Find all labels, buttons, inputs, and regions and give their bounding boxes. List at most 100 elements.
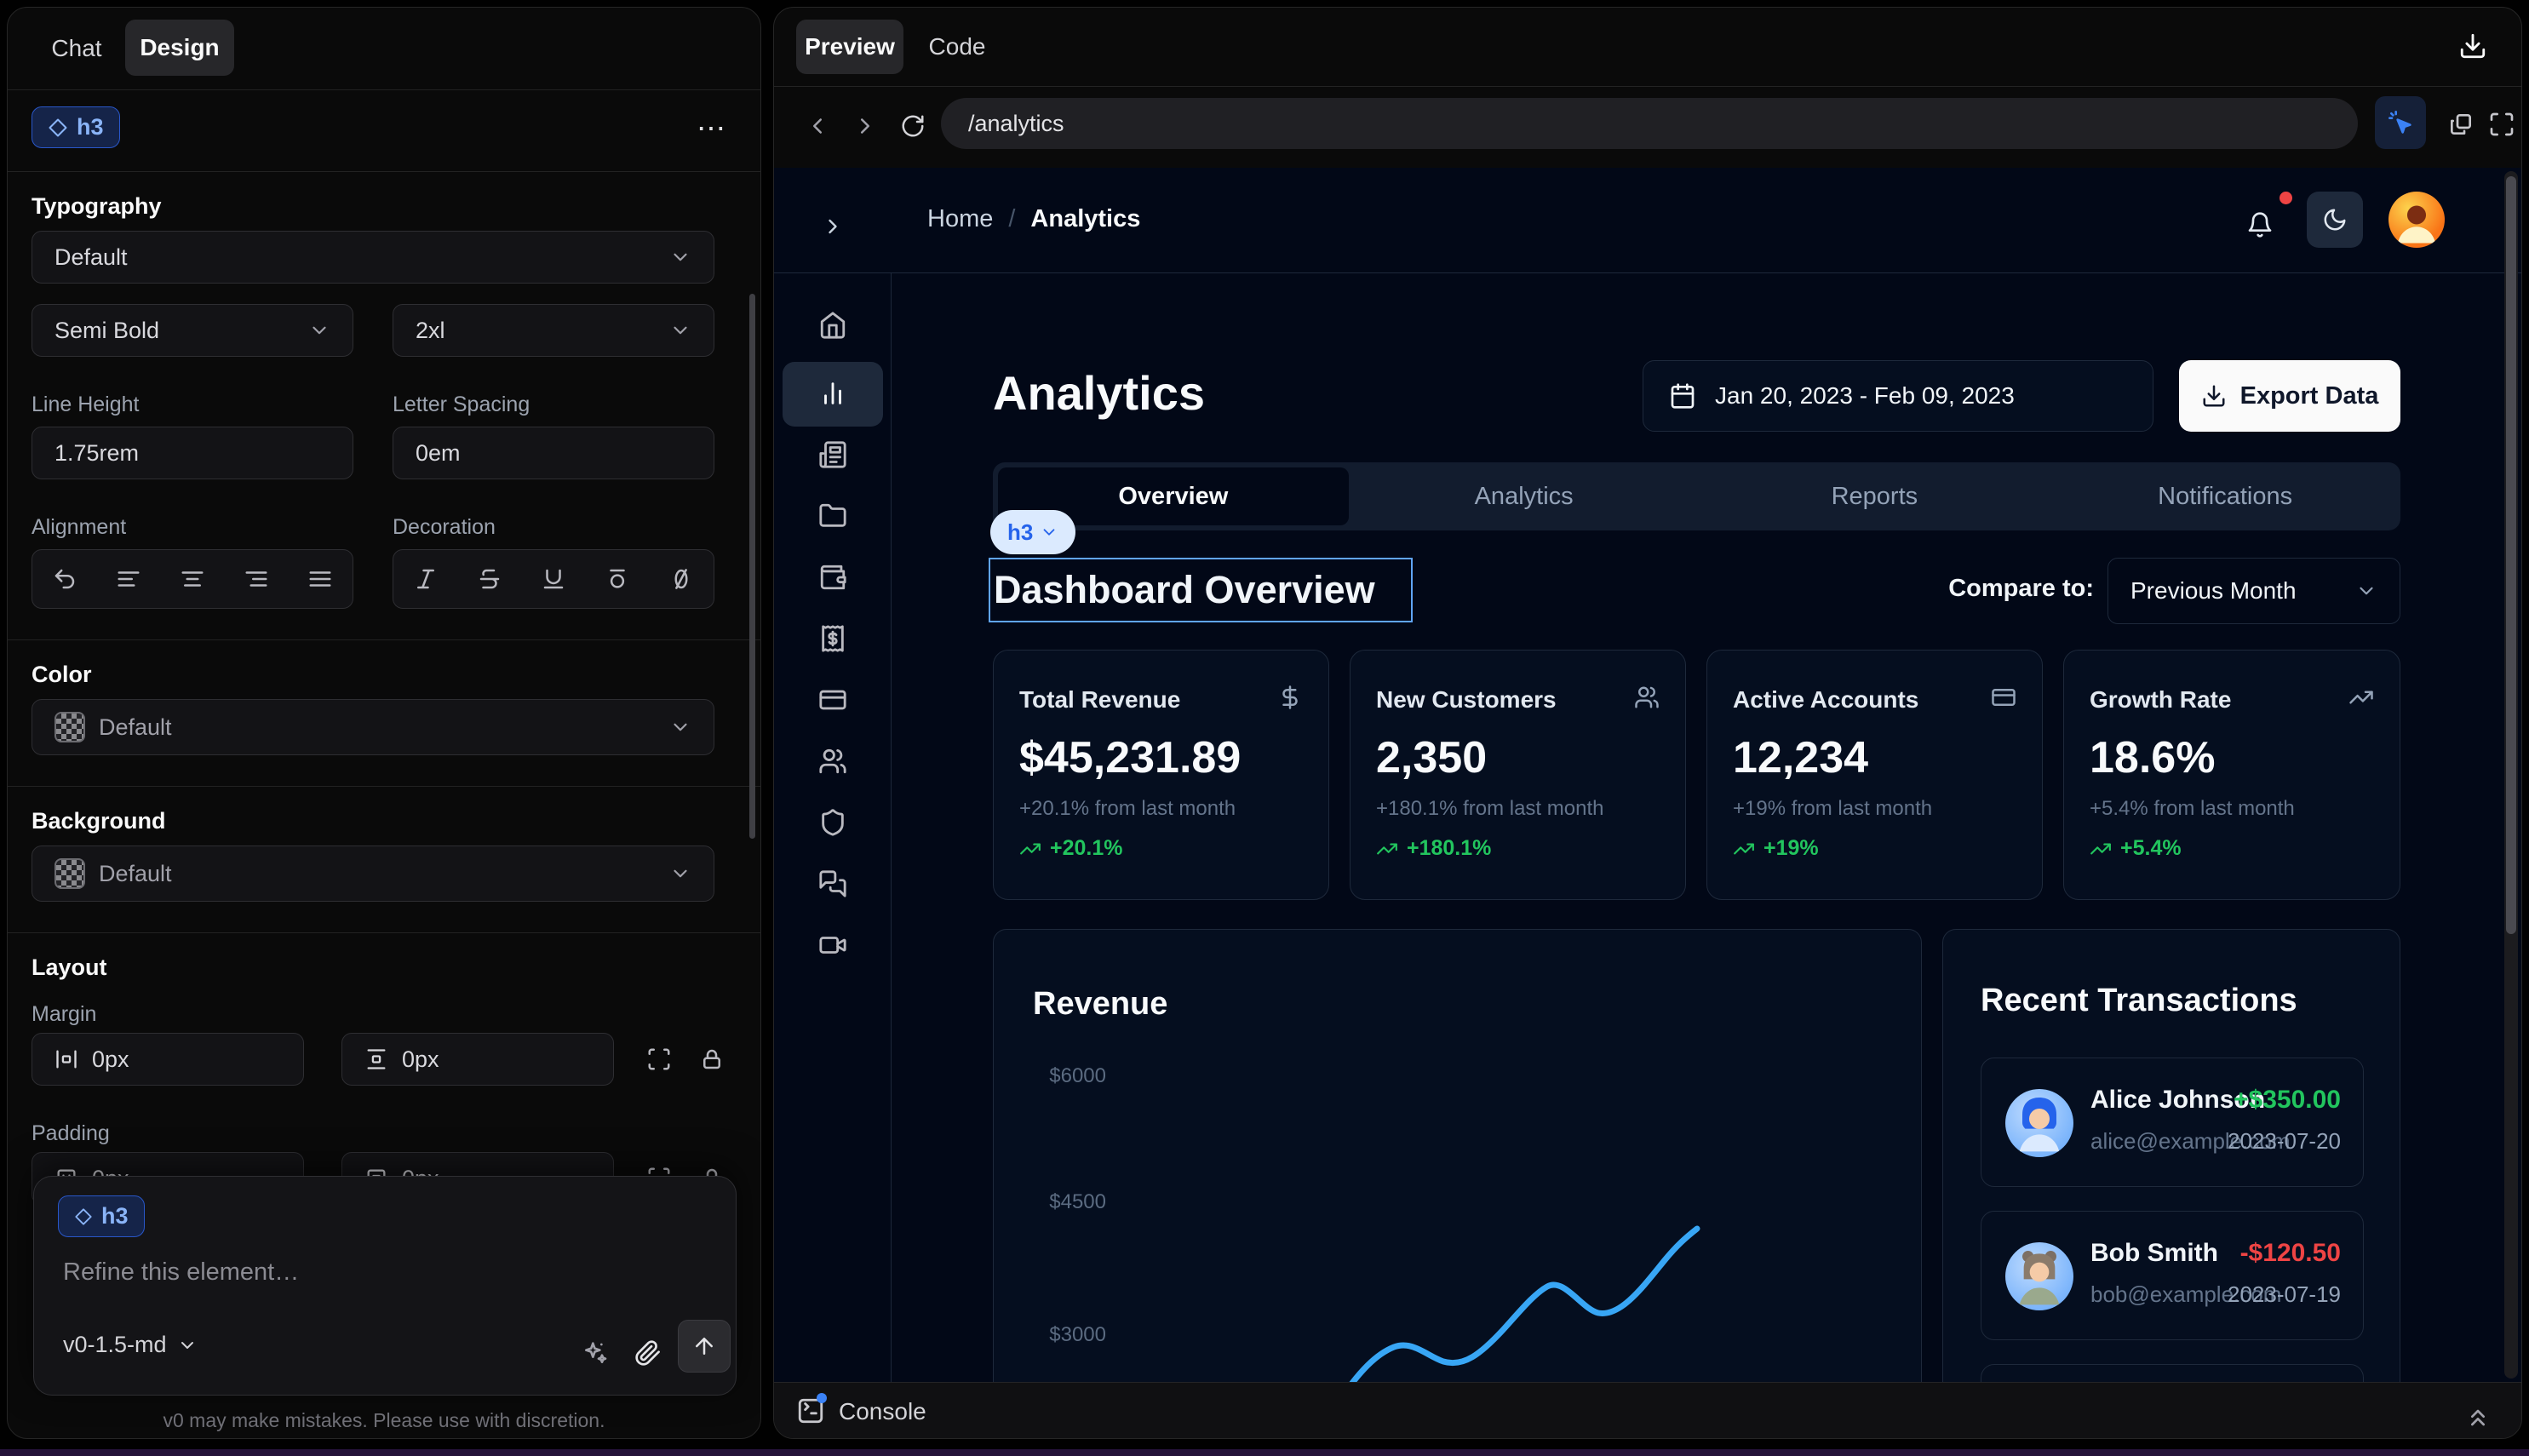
sidebar-item-files[interactable] (808, 491, 857, 541)
section-heading[interactable]: Dashboard Overview (990, 568, 1375, 612)
layout-section-label: Layout (32, 954, 107, 981)
select-element-tool-button[interactable] (2375, 96, 2426, 149)
sidebar-item-video[interactable] (808, 920, 857, 970)
enhance-button[interactable] (571, 1328, 620, 1378)
margin-expand-button[interactable] (634, 1035, 684, 1084)
color-select[interactable]: Default (32, 699, 714, 755)
transparent-swatch-icon (54, 712, 85, 742)
download-icon (2458, 32, 2487, 60)
sidebar-item-home[interactable] (808, 301, 857, 350)
sidebar-item-wallet[interactable] (808, 553, 857, 602)
refresh-button[interactable] (888, 101, 938, 151)
credit-card-icon (1991, 685, 2016, 710)
folder-icon (818, 502, 847, 530)
nav-back-button[interactable] (793, 101, 842, 151)
sidebar-item-users[interactable] (808, 737, 857, 786)
date-range-picker[interactable]: Jan 20, 2023 - Feb 09, 2023 (1643, 360, 2153, 432)
font-weight-select[interactable]: Semi Bold (32, 304, 353, 357)
align-left-button[interactable] (104, 554, 153, 604)
sidebar-toggle-button[interactable] (808, 202, 857, 251)
theme-toggle-button[interactable] (2307, 192, 2363, 248)
selected-tag-pill[interactable]: h3 (990, 510, 1075, 554)
export-data-button[interactable]: Export Data (2179, 360, 2400, 432)
sidebar-item-reports[interactable] (808, 430, 857, 479)
no-decoration-button[interactable] (657, 554, 706, 604)
background-select[interactable]: Default (32, 846, 714, 902)
app-sidebar (774, 273, 892, 1382)
italic-button[interactable] (401, 554, 450, 604)
reset-alignment-button[interactable] (40, 554, 89, 604)
download-button[interactable] (2448, 21, 2497, 71)
tab-reports[interactable]: Reports (1700, 483, 2050, 511)
breadcrumb-home-link[interactable]: Home (927, 205, 993, 233)
stat-trend: +180.1% (1376, 836, 1491, 861)
background-section-label: Background (32, 808, 166, 834)
align-center-icon (180, 566, 205, 592)
element-menu-button[interactable]: ⋯ (697, 112, 728, 146)
tab-design[interactable]: Design (125, 20, 234, 76)
font-size-select[interactable]: 2xl (393, 304, 714, 357)
tx-date: 2023-07-19 (2228, 1281, 2341, 1308)
transactions-title: Recent Transactions (1981, 983, 2297, 1019)
stat-label: Active Accounts (1733, 686, 1918, 714)
attach-button[interactable] (623, 1328, 673, 1378)
panel-scrollbar[interactable] (749, 294, 755, 839)
receipt-icon (818, 624, 847, 653)
stat-subtext: +19% from last month (1733, 797, 1932, 821)
browser-nav-bar: /analytics (774, 86, 2521, 168)
avatar (2005, 1242, 2073, 1310)
tab-preview[interactable]: Preview (796, 20, 903, 74)
user-avatar[interactable] (2388, 192, 2445, 248)
tab-chat[interactable]: Chat (38, 23, 115, 74)
align-right-icon (244, 566, 269, 592)
margin-lock-button[interactable] (687, 1035, 737, 1084)
fullscreen-button[interactable] (2477, 100, 2522, 149)
line-height-input[interactable]: 1.75rem (32, 427, 353, 479)
dollar-sign-icon (1277, 685, 1303, 710)
compare-select[interactable]: Previous Month (2108, 558, 2400, 624)
dashboard-tab-bar: Overview Analytics Reports Notifications (993, 462, 2400, 530)
model-select[interactable]: v0-1.5-md (63, 1332, 198, 1358)
trending-up-icon (1019, 838, 1041, 860)
align-right-button[interactable] (232, 554, 281, 604)
tab-analytics[interactable]: Analytics (1349, 483, 1700, 511)
letter-spacing-input[interactable]: 0em (393, 427, 714, 479)
overline-button[interactable] (593, 554, 642, 604)
send-button[interactable] (678, 1320, 731, 1373)
stat-trend: +20.1% (1019, 836, 1123, 861)
align-center-button[interactable] (168, 554, 217, 604)
notifications-bell-button[interactable] (2235, 200, 2285, 249)
sidebar-item-cards[interactable] (808, 675, 857, 725)
refine-input[interactable]: Refine this element… (63, 1258, 299, 1287)
chat-context-badge[interactable]: h3 (58, 1195, 145, 1237)
sidebar-item-messages[interactable] (808, 859, 857, 909)
strikethrough-button[interactable] (465, 554, 514, 604)
margin-y-input[interactable]: 0px (341, 1033, 614, 1086)
tx-amount: -$120.50 (2240, 1239, 2341, 1268)
align-justify-button[interactable] (295, 554, 345, 604)
transaction-row[interactable]: Alice Johnson alice@example.com +$350.00… (1981, 1058, 2364, 1187)
console-expand-button[interactable] (2453, 1393, 2503, 1439)
nav-forward-button[interactable] (840, 101, 890, 151)
preview-scrollbar-thumb[interactable] (2506, 176, 2516, 934)
transaction-row[interactable]: Bob Smith bob@example.com -$120.50 2023-… (1981, 1211, 2364, 1340)
download-icon (2201, 383, 2227, 409)
stat-subtext: +180.1% from last month (1376, 797, 1603, 821)
breadcrumb-current: Analytics (1030, 205, 1140, 233)
sidebar-item-analytics[interactable] (808, 369, 857, 418)
sidebar-item-security[interactable] (808, 798, 857, 847)
avatar (2005, 1089, 2073, 1157)
sidebar-item-receipts[interactable] (808, 614, 857, 663)
tab-code[interactable]: Code (919, 20, 995, 74)
letter-spacing-label: Letter Spacing (393, 393, 530, 417)
tab-notifications[interactable]: Notifications (2050, 483, 2400, 511)
diamond-icon (48, 118, 68, 138)
preview-scrollbar-track[interactable] (2504, 171, 2518, 1379)
font-style-select[interactable]: Default (32, 231, 714, 284)
url-bar[interactable]: /analytics (941, 98, 2358, 149)
selected-element-badge[interactable]: h3 (32, 106, 120, 148)
underline-button[interactable] (529, 554, 578, 604)
console-bar[interactable]: Console (774, 1382, 2521, 1439)
wallet-icon (818, 563, 847, 592)
margin-x-input[interactable]: 0px (32, 1033, 304, 1086)
